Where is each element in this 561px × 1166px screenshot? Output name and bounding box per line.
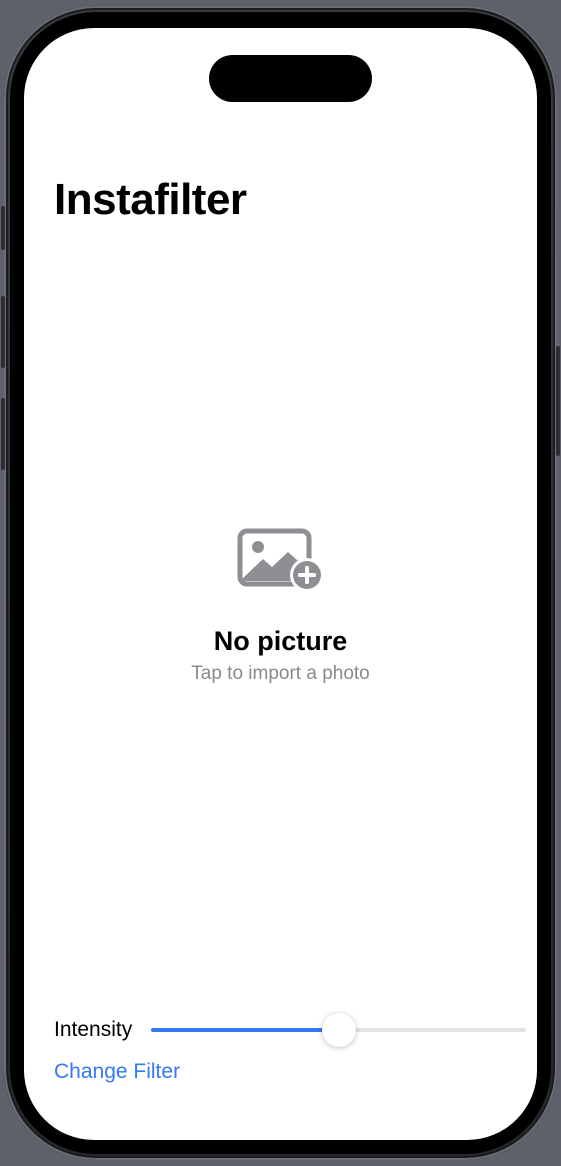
screen-bezel: Instafilter No picture Tap to import a p… [10,12,551,1154]
slider-fill [151,1028,339,1032]
no-picture-title: No picture [213,626,348,656]
import-photo-area[interactable]: No picture Tap to import a photo [24,528,537,686]
action-button [1,206,5,250]
app-screen: Instafilter No picture Tap to import a p… [24,28,537,1140]
import-hint-text: Tap to import a photo [191,663,370,684]
volume-up-button [1,296,5,368]
intensity-control: Intensity [54,1013,526,1047]
dynamic-island [209,55,372,102]
intensity-label: Intensity [54,1018,133,1041]
photo-badge-plus-icon [237,528,324,592]
intensity-slider[interactable] [151,1013,526,1047]
volume-down-button [1,398,5,470]
phone-frame: Instafilter No picture Tap to import a p… [1,6,560,1160]
slider-thumb[interactable] [321,1013,356,1047]
power-button [556,346,560,456]
change-filter-button[interactable]: Change Filter [54,1058,180,1086]
page-title: Instafilter [54,175,247,224]
